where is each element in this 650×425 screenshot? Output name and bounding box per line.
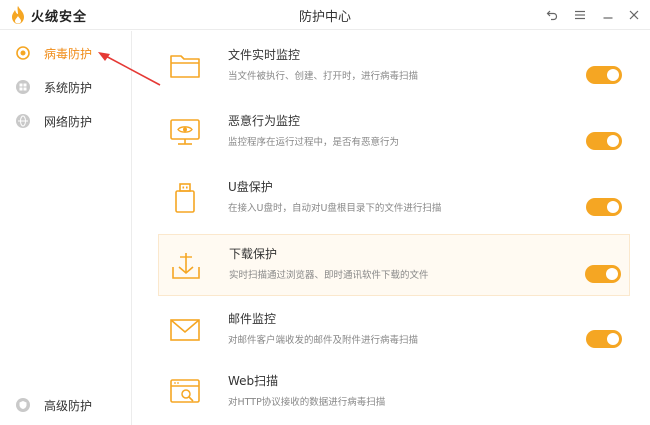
monitor-eye-icon xyxy=(170,119,200,145)
back-button[interactable] xyxy=(541,4,563,26)
protection-title: 文件实时监控 xyxy=(228,48,301,62)
usb-drive-icon xyxy=(175,183,195,213)
sidebar-item-advanced-protection[interactable]: 高级防护 xyxy=(16,394,92,416)
sidebar-item-network-protection[interactable]: 网络防护 xyxy=(16,110,92,132)
undo-arrow-icon xyxy=(546,10,558,21)
app-logo: 火绒安全 xyxy=(10,4,87,26)
toggle-knob xyxy=(607,69,619,81)
protection-description: 监控程序在运行过程中，是否有恶意行为 xyxy=(228,137,400,148)
folder-icon xyxy=(170,55,200,78)
protection-row-mail-monitor[interactable]: 邮件监控 对邮件客户端收发的邮件及附件进行病毒扫描 xyxy=(158,300,630,362)
protection-row-web-scan[interactable]: Web扫描 对HTTP协议接收的数据进行病毒扫描 xyxy=(158,362,630,424)
protection-title: 邮件监控 xyxy=(228,312,277,326)
sidebar-item-label: 高级防护 xyxy=(44,398,93,413)
toggle-knob xyxy=(606,268,618,280)
sidebar-item-virus-protection[interactable]: 病毒防护 xyxy=(16,42,92,64)
app-name: 火绒安全 xyxy=(31,9,88,25)
behavior-monitor-toggle[interactable] xyxy=(586,132,622,150)
protection-description: 对邮件客户端收发的邮件及附件进行病毒扫描 xyxy=(228,335,419,346)
protection-title: U盘保护 xyxy=(228,180,273,194)
shield-icon xyxy=(16,398,30,412)
close-button[interactable] xyxy=(623,4,645,26)
globe-icon xyxy=(16,114,30,128)
protection-description: 当文件被执行、创建、打开时，进行病毒扫描 xyxy=(228,71,419,82)
toggle-knob xyxy=(607,135,619,147)
title-bar: 火绒安全 防护中心 xyxy=(0,0,650,30)
file-monitor-toggle[interactable] xyxy=(586,66,622,84)
mail-icon xyxy=(170,319,200,341)
sidebar-item-system-protection[interactable]: 系统防护 xyxy=(16,76,92,98)
protection-row-usb-protection[interactable]: U盘保护 在接入U盘时，自动对U盘根目录下的文件进行扫描 xyxy=(158,168,630,230)
minimize-button[interactable] xyxy=(597,4,619,26)
windows-icon xyxy=(16,80,30,94)
usb-protection-toggle[interactable] xyxy=(586,198,622,216)
sidebar: 病毒防护 系统防护 网络防护 高级防护 xyxy=(0,31,132,425)
hamburger-menu-icon xyxy=(575,10,585,20)
protection-title: Web扫描 xyxy=(228,374,279,388)
protection-row-behavior-monitor[interactable]: 恶意行为监控 监控程序在运行过程中，是否有恶意行为 xyxy=(158,102,630,164)
target-icon xyxy=(16,46,30,60)
close-icon xyxy=(629,10,639,20)
protection-title: 下载保护 xyxy=(229,247,278,261)
download-protection-toggle[interactable] xyxy=(585,265,621,283)
protection-row-download-protection[interactable]: 下载保护 实时扫描通过浏览器、即时通讯软件下载的文件 xyxy=(158,234,630,296)
sidebar-item-label: 病毒防护 xyxy=(44,46,93,61)
toggle-knob xyxy=(607,333,619,345)
minimize-icon xyxy=(603,17,613,19)
protection-description: 在接入U盘时，自动对U盘根目录下的文件进行扫描 xyxy=(228,203,442,214)
sidebar-item-label: 网络防护 xyxy=(44,114,93,129)
web-scan-icon xyxy=(170,379,200,403)
protection-row-file-monitor[interactable]: 文件实时监控 当文件被执行、创建、打开时，进行病毒扫描 xyxy=(158,36,630,98)
sidebar-item-label: 系统防护 xyxy=(44,80,93,95)
protection-title: 恶意行为监控 xyxy=(228,114,301,128)
menu-button[interactable] xyxy=(569,4,591,26)
mail-monitor-toggle[interactable] xyxy=(586,330,622,348)
flame-logo-icon xyxy=(12,6,24,24)
protection-description: 实时扫描通过浏览器、即时通讯软件下载的文件 xyxy=(229,270,429,281)
protection-description: 对HTTP协议接收的数据进行病毒扫描 xyxy=(228,397,386,408)
toggle-knob xyxy=(607,201,619,213)
download-tray-icon xyxy=(172,253,200,279)
